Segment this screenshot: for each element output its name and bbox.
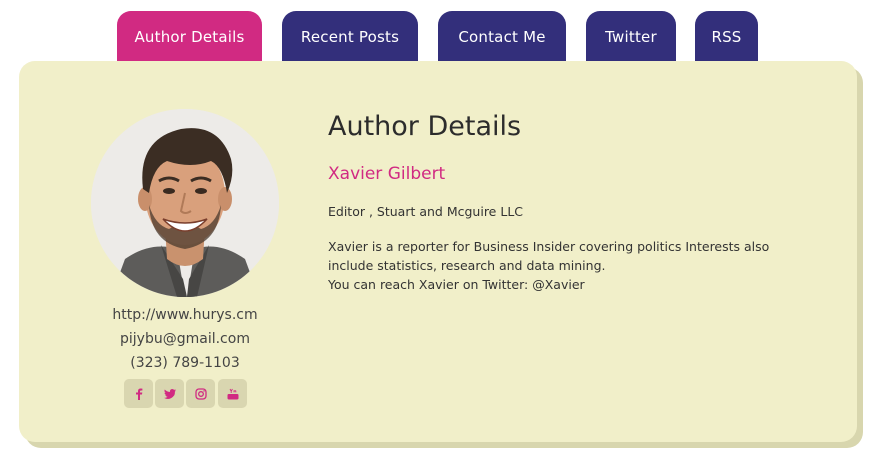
author-bio: Xavier is a reporter for Business Inside… bbox=[328, 237, 818, 294]
author-card: http://www.hurys.cm pijybu@gmail.com (32… bbox=[19, 61, 857, 442]
twitter-icon[interactable] bbox=[155, 379, 184, 408]
youtube-icon[interactable] bbox=[218, 379, 247, 408]
author-avatar bbox=[91, 109, 279, 297]
bio-line: Xavier is a reporter for Business Inside… bbox=[328, 239, 770, 254]
tab-contact-me[interactable]: Contact Me bbox=[438, 11, 566, 63]
author-website[interactable]: http://www.hurys.cm bbox=[59, 307, 311, 323]
tab-twitter[interactable]: Twitter bbox=[586, 11, 676, 63]
bio-line: include statistics, research and data mi… bbox=[328, 258, 606, 273]
tab-recent-posts[interactable]: Recent Posts bbox=[282, 11, 418, 63]
author-role: Editor , Stuart and Mcguire LLC bbox=[328, 204, 524, 219]
tab-author-details[interactable]: Author Details bbox=[117, 11, 262, 63]
page-title: Author Details bbox=[328, 111, 522, 142]
tab-rss[interactable]: RSS bbox=[695, 11, 758, 63]
author-email[interactable]: pijybu@gmail.com bbox=[59, 331, 311, 347]
bio-line: You can reach Xavier on Twitter: @Xavier bbox=[328, 277, 585, 292]
author-phone: (323) 789-1103 bbox=[130, 355, 240, 371]
instagram-icon[interactable] bbox=[186, 379, 215, 408]
author-name: Xavier Gilbert bbox=[328, 164, 446, 184]
facebook-icon[interactable] bbox=[124, 379, 153, 408]
